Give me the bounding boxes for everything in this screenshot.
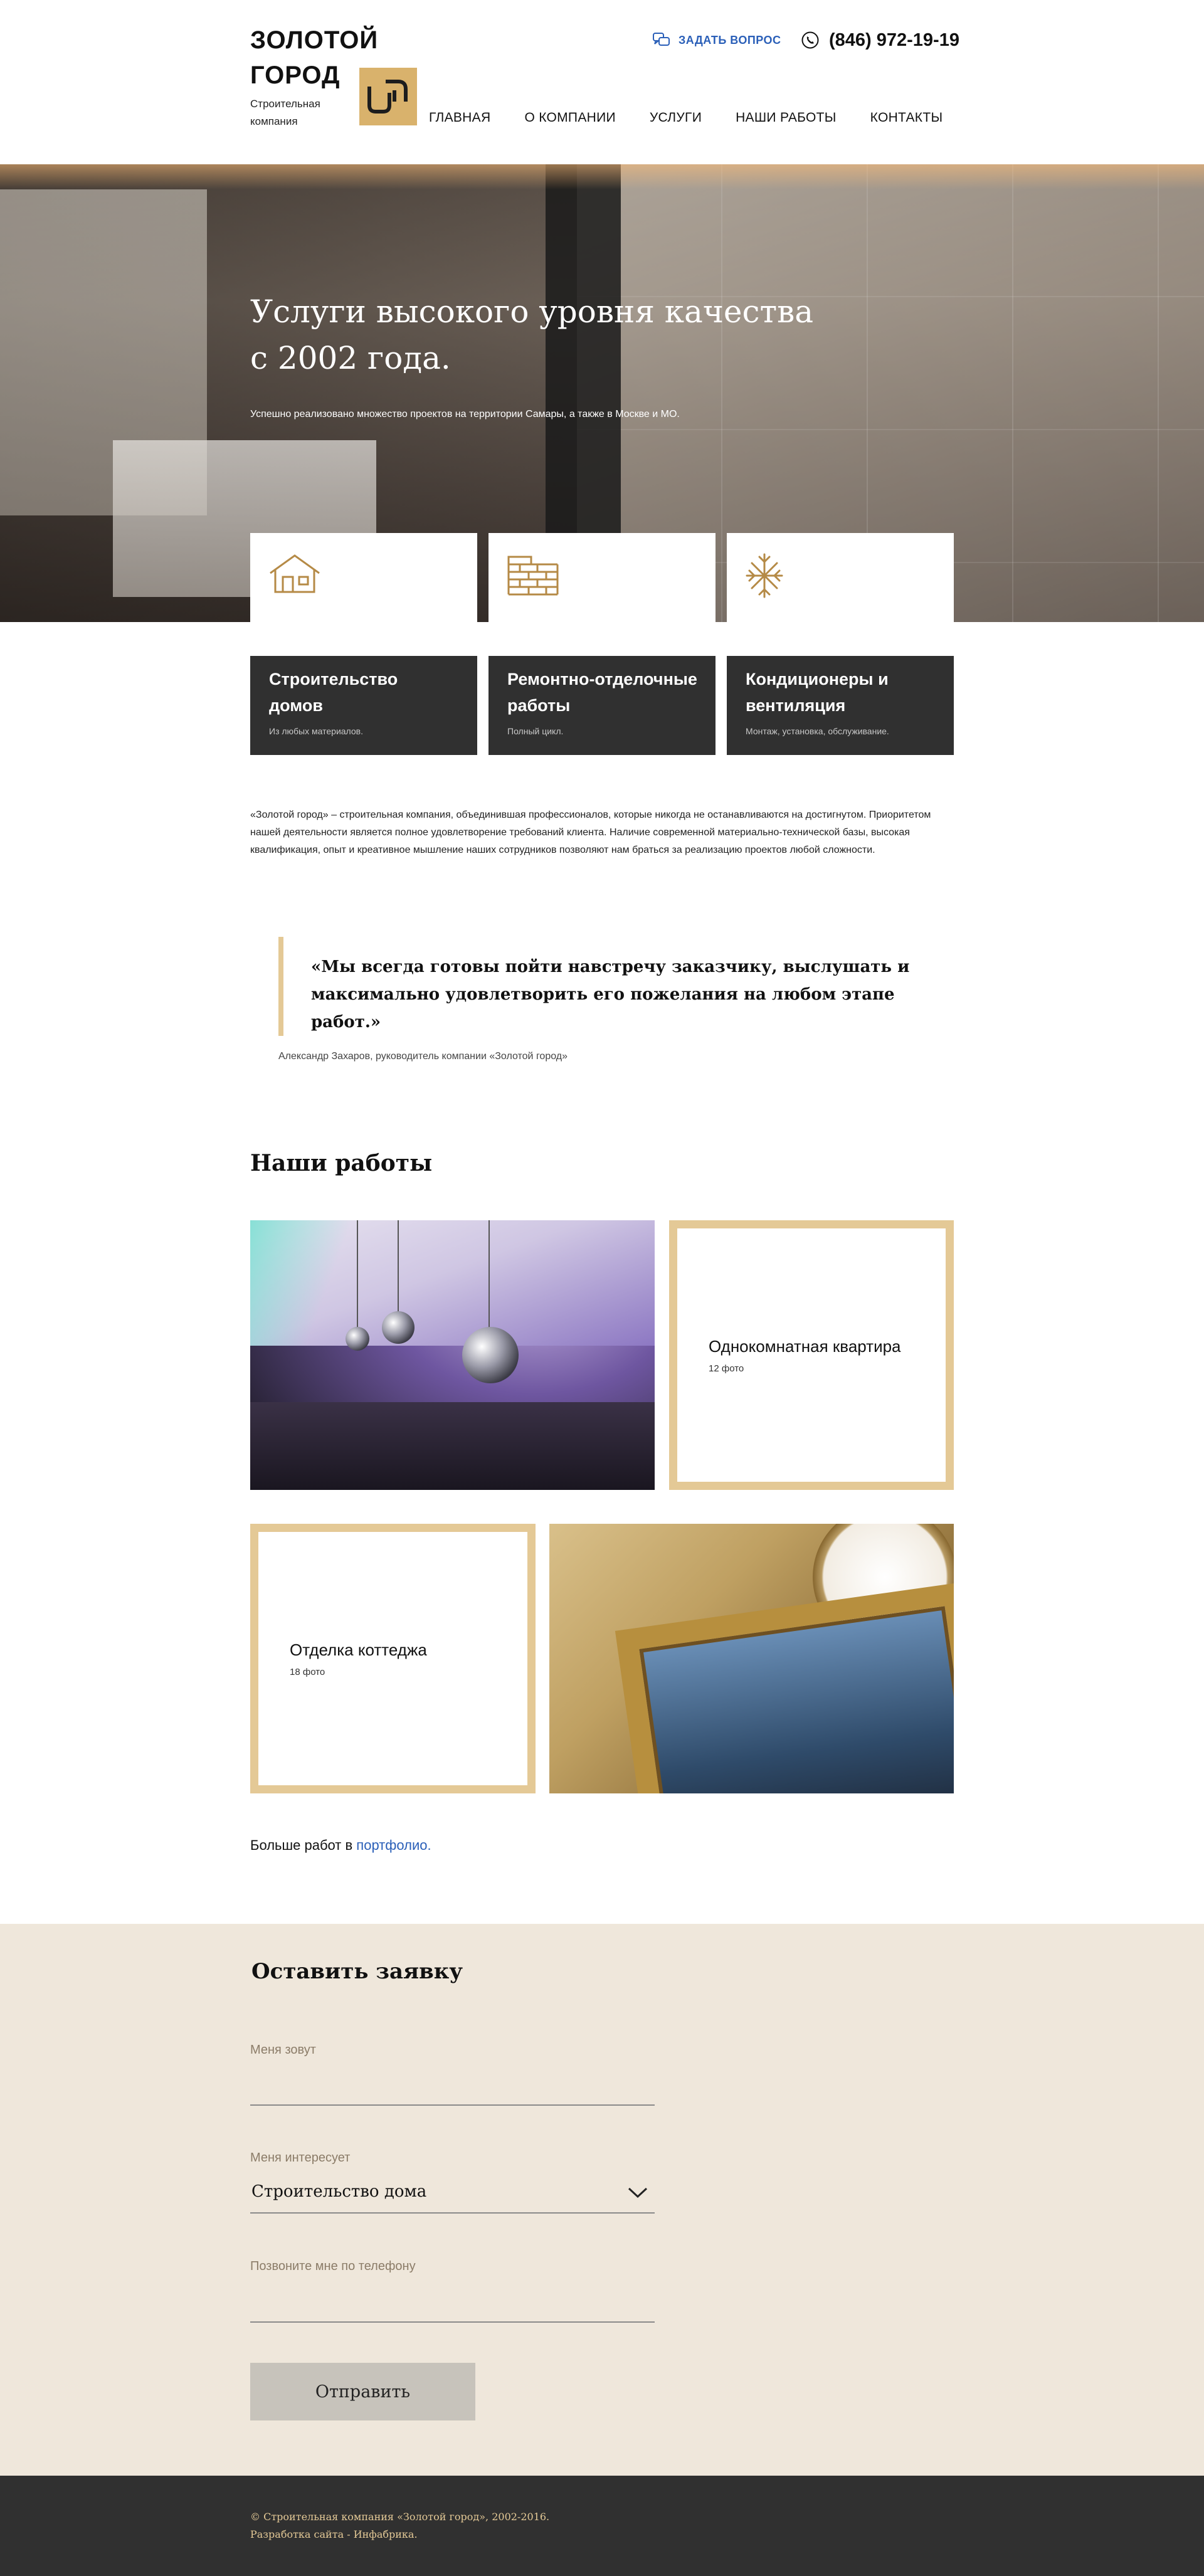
more-works-prefix: Больше работ в: [250, 1837, 357, 1853]
request-form-section: [0, 1924, 1204, 2476]
service-tile-construction[interactable]: [250, 533, 477, 622]
ask-question-link[interactable]: ЗАДАТЬ ВОПРОС: [652, 30, 781, 50]
logo[interactable]: [359, 68, 417, 125]
phone-field-label: Позвоните мне по телефону: [250, 2259, 416, 2273]
service-desc: Монтаж, установка, обслуживание.: [746, 726, 889, 736]
work-card-title: Отделка коттеджа: [290, 1640, 427, 1659]
work-card-cottage[interactable]: Отделка коттеджа 18 фото: [250, 1524, 536, 1793]
site-header: [0, 0, 1204, 164]
ask-question-label: ЗАДАТЬ ВОПРОС: [679, 33, 781, 46]
phone-icon: [801, 31, 819, 49]
quote-author: Александр Захаров, руководитель компании…: [278, 1051, 568, 1062]
submit-button[interactable]: Отправить: [250, 2363, 475, 2420]
interest-select[interactable]: [250, 2212, 655, 2214]
service-title: Ремонтно-отделочные работы: [507, 670, 697, 715]
brand-tagline: Строительная компания: [250, 98, 320, 127]
hero-title: Услуги высокого уровня качества с 2002 г…: [250, 293, 814, 376]
hero-subtitle: Успешно реализовано множество проектов н…: [250, 409, 680, 420]
logo-mark-icon: [367, 80, 408, 113]
service-title: Строительство домов: [269, 670, 398, 715]
more-works-text: Больше работ в портфолио.: [250, 1837, 431, 1854]
service-tile-renovation[interactable]: [488, 533, 716, 622]
nav-item-works[interactable]: НАШИ РАБОТЫ: [736, 110, 837, 125]
site-footer: [0, 2476, 1204, 2576]
service-card-renovation[interactable]: Ремонтно-отделочные работы Полный цикл.: [488, 656, 716, 755]
phone-number: (846) 972-19-19: [829, 29, 959, 50]
nav-item-home[interactable]: ГЛАВНАЯ: [429, 110, 490, 125]
work-card-count: 18 фото: [290, 1667, 325, 1677]
service-tile-ventilation[interactable]: [727, 533, 954, 622]
work-card-title: Однокомнатная квартира: [709, 1337, 901, 1356]
pendant-lamp: [382, 1311, 415, 1344]
phone-field[interactable]: [250, 2321, 655, 2323]
phone-link[interactable]: (846) 972-19-19: [801, 28, 959, 53]
gilded-mirror-frame: [615, 1581, 954, 1793]
service-card-construction[interactable]: Строительство домов Из любых материалов.: [250, 656, 477, 755]
pendant-lamp: [462, 1327, 519, 1383]
form-title: Оставить заявку: [251, 1959, 463, 1984]
footer-copyright: © Строительная компания «Золотой город»,…: [250, 2511, 550, 2523]
name-field[interactable]: [250, 2104, 655, 2106]
interest-field-label: Меня интересует: [250, 2151, 351, 2165]
name-field-label: Меня зовут: [250, 2043, 316, 2057]
interest-select-value[interactable]: Строительство дома: [251, 2182, 426, 2201]
footer-developer-link[interactable]: Разработка сайта - Инфабрика.: [250, 2526, 549, 2543]
work-photo-cottage[interactable]: [549, 1524, 954, 1793]
chat-bubbles-icon: [653, 33, 670, 46]
work-card-apartment[interactable]: Однокомнатная квартира 12 фото: [669, 1220, 954, 1490]
quote-accent-bar: [278, 937, 283, 1036]
footer-text: © Строительная компания «Золотой город»,…: [250, 2508, 549, 2543]
works-section-title: Наши работы: [250, 1150, 433, 1176]
snowflake-icon: [746, 553, 783, 598]
about-text: «Золотой город» – строительная компания,…: [250, 810, 931, 855]
brick-wall-icon: [507, 556, 559, 596]
service-desc: Из любых материалов.: [269, 726, 363, 736]
service-title: Кондиционеры и вентиляция: [746, 670, 889, 715]
director-quote: «Мы всегда готовы пойти навстречу заказч…: [311, 958, 910, 1032]
work-card-count: 12 фото: [709, 1363, 744, 1374]
house-icon: [270, 554, 320, 593]
service-desc: Полный цикл.: [507, 726, 564, 736]
portfolio-link[interactable]: портфолио.: [356, 1837, 431, 1853]
service-card-ventilation[interactable]: Кондиционеры и вентиляция Монтаж, устано…: [727, 656, 954, 755]
nav-item-about[interactable]: О КОМПАНИИ: [524, 110, 615, 125]
work-photo-apartment[interactable]: [250, 1220, 655, 1490]
hero-ceiling-glow: [0, 164, 1204, 189]
main-nav: ГЛАВНАЯ О КОМПАНИИ УСЛУГИ НАШИ РАБОТЫ КО…: [429, 110, 976, 125]
nav-item-contacts[interactable]: КОНТАКТЫ: [870, 110, 943, 125]
chevron-down-icon[interactable]: [627, 2186, 648, 2200]
nav-item-services[interactable]: УСЛУГИ: [650, 110, 702, 125]
pendant-lamp: [346, 1327, 369, 1351]
